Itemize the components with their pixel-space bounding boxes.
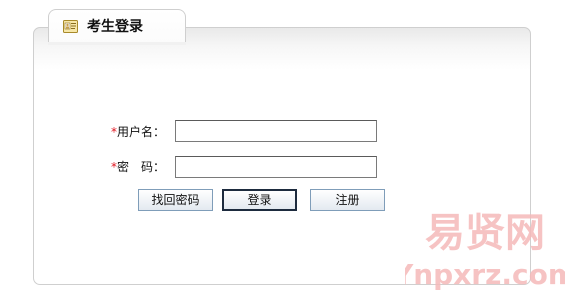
watermark-line2: Ynpxrz.com [405, 258, 565, 291]
find-password-button[interactable]: 找回密码 [138, 189, 213, 211]
register-button[interactable]: 注册 [310, 189, 385, 211]
password-label: *密 码： [111, 160, 165, 174]
password-input[interactable] [175, 156, 377, 178]
login-page: 考生登录 *用户名： *密 码： 找回密码 登录 注册 易贤网 Ynpxrz.c… [0, 0, 566, 296]
id-card-icon [63, 20, 78, 33]
login-button[interactable]: 登录 [222, 189, 297, 211]
username-input[interactable] [175, 120, 377, 142]
login-tab: 考生登录 [48, 9, 186, 45]
username-label-text: 用户名： [117, 125, 166, 139]
watermark-line1: 易贤网 [425, 210, 545, 256]
username-label: *用户名： [111, 125, 165, 139]
tab-title: 考生登录 [87, 19, 143, 35]
password-label-text: 密 码： [117, 160, 166, 174]
site-watermark: 易贤网 Ynpxrz.com [405, 210, 565, 291]
